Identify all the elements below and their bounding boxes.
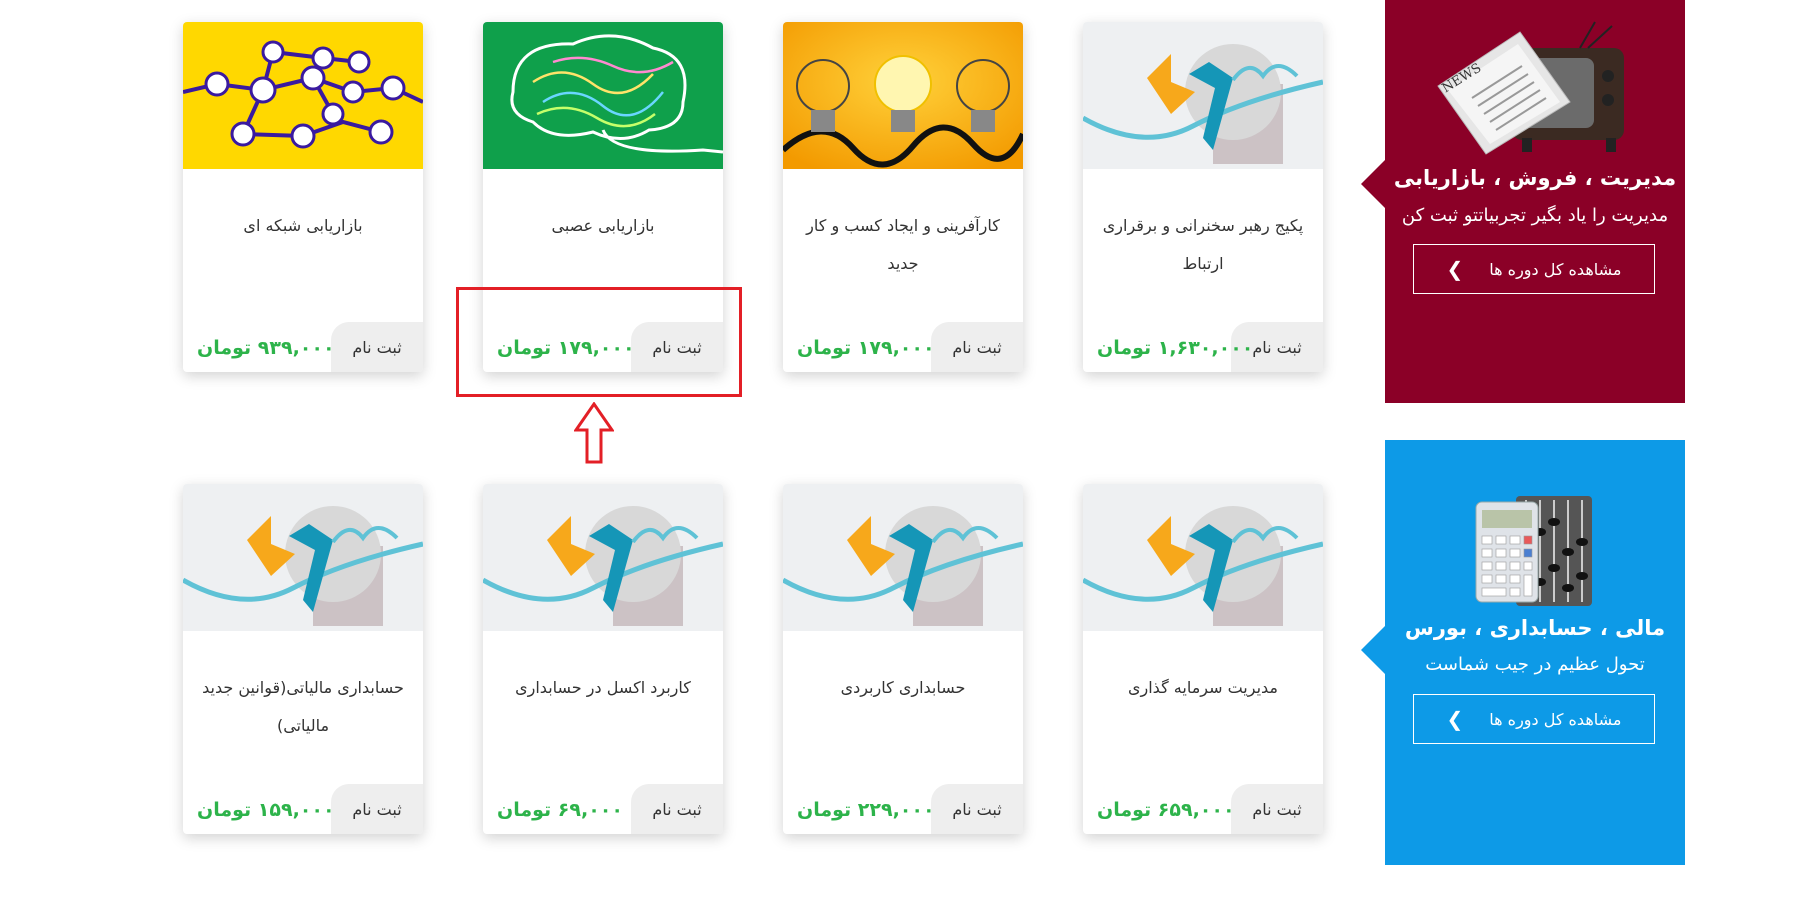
panel-pointer (1361, 626, 1385, 674)
course-price: ۱۷۹,۰۰۰ تومان (797, 337, 935, 359)
network-thumbnail (183, 22, 423, 169)
chevron-right-icon: ❯ (1446, 707, 1464, 731)
category-title: مدیریت ، فروش ، بازاریابی (1393, 166, 1677, 190)
course-title: حسابداری کاربردی (840, 678, 966, 697)
newspaper-tv-icon: NEWS (1437, 21, 1624, 155)
light-bulbs-thumbnail (783, 22, 1023, 169)
register-button[interactable]: ثبت نام (631, 784, 723, 834)
course-title: پکیج رهبر سخنرانی و برقراری ارتباط (1102, 216, 1304, 273)
register-button[interactable]: ثبت نام (331, 322, 423, 372)
course-logo-thumbnail (783, 484, 1023, 631)
view-all-courses-button[interactable]: مشاهده کل دوره ها ❯ (1413, 244, 1655, 294)
register-button[interactable]: ثبت نام (931, 784, 1023, 834)
course-card[interactable]: پکیج رهبر سخنرانی و برقراری ارتباط ثبت ن… (1083, 22, 1323, 372)
course-logo-thumbnail (183, 484, 423, 631)
course-logo-thumbnail (1083, 484, 1323, 631)
register-button[interactable]: ثبت نام (331, 784, 423, 834)
course-card[interactable]: کاربرد اکسل در حسابداری ثبت نام ۶۹,۰۰۰ ت… (483, 484, 723, 834)
calculator-abacus-icon (1475, 496, 1592, 606)
panel-pointer (1361, 160, 1385, 208)
category-title: مالی ، حسابداری ، بورس (1404, 616, 1666, 640)
view-all-label: مشاهده کل دوره ها (1489, 709, 1622, 729)
brain-thumbnail (483, 22, 723, 169)
course-price: ۱,۶۳۰,۰۰۰ تومان (1097, 337, 1254, 359)
course-listing-page: NEWS مدیریت ، فروش ، بازاریابی مدیریت را… (0, 0, 1812, 900)
category-subtitle: تحول عظیم در جیب شماست (1425, 654, 1645, 675)
course-price: ۱۵۹,۰۰۰ تومان (197, 799, 335, 821)
course-title: بازاریابی شبکه ای (243, 216, 363, 235)
arrow-up-icon (574, 402, 614, 464)
category-panel-management: NEWS مدیریت ، فروش ، بازاریابی مدیریت را… (1361, 0, 1685, 403)
course-card[interactable]: کارآفرینی و ایجاد کسب و کار جدید ثبت نام… (783, 22, 1023, 372)
category-panel-finance: مالی ، حسابداری ، بورس تحول عظیم در جیب … (1361, 440, 1685, 865)
course-price: ۶۹,۰۰۰ تومان (497, 799, 623, 821)
course-logo-thumbnail (1083, 22, 1323, 169)
view-all-courses-button[interactable]: مشاهده کل دوره ها ❯ (1413, 694, 1655, 744)
course-title: حسابداری مالیاتی(قوانین جدید مالیاتی) (202, 678, 404, 735)
course-card[interactable]: حسابداری کاربردی ثبت نام ۲۲۹,۰۰۰ تومان (783, 484, 1023, 834)
course-title: کارآفرینی و ایجاد کسب و کار جدید (806, 216, 1000, 273)
course-price: ۹۳۹,۰۰۰ تومان (197, 337, 335, 359)
view-all-label: مشاهده کل دوره ها (1489, 259, 1622, 279)
highlight-box (456, 287, 742, 397)
chevron-right-icon: ❯ (1446, 257, 1464, 281)
course-card[interactable]: مدیریت سرمایه گذاری ثبت نام ۶۵۹,۰۰۰ توما… (1083, 484, 1323, 834)
course-card[interactable]: بازاریابی شبکه ای ثبت نام ۹۳۹,۰۰۰ تومان (183, 22, 423, 372)
course-price: ۶۵۹,۰۰۰ تومان (1097, 799, 1235, 821)
course-title: کاربرد اکسل در حسابداری (515, 678, 691, 697)
course-card[interactable]: حسابداری مالیاتی(قوانین جدید مالیاتی) ثب… (183, 484, 423, 834)
register-button[interactable]: ثبت نام (931, 322, 1023, 372)
course-title: بازاریابی عصبی (551, 216, 655, 235)
register-button[interactable]: ثبت نام (1231, 784, 1323, 834)
category-subtitle: مدیریت را یاد بگیر تجربیاتتو ثبت کن (1401, 205, 1669, 226)
course-title: مدیریت سرمایه گذاری (1127, 678, 1278, 697)
course-price: ۲۲۹,۰۰۰ تومان (797, 799, 935, 821)
course-logo-thumbnail (483, 484, 723, 631)
